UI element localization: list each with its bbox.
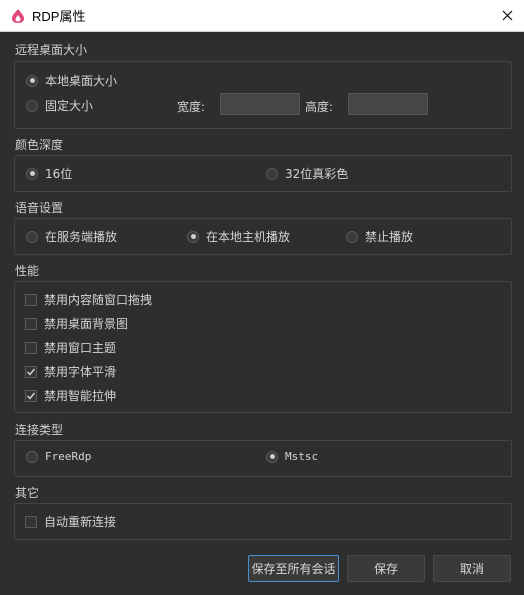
radio-indicator	[266, 167, 278, 180]
checkbox-label: 禁用字体平滑	[44, 365, 117, 379]
checkbox-disable-themes[interactable]: 禁用窗口主题	[25, 339, 116, 356]
connection-type-section-label: 连接类型	[15, 423, 64, 437]
radio-mstsc[interactable]: Mstsc	[266, 450, 318, 463]
color-depth-section-label: 颜色深度	[15, 138, 64, 152]
checkbox-box	[25, 293, 37, 306]
radio-play-on-local-host[interactable]: 在本地主机播放	[187, 228, 290, 245]
radio-label: 固定大小	[45, 99, 94, 113]
radio-label: FreeRdp	[45, 450, 92, 463]
close-button[interactable]	[490, 0, 524, 31]
checkmark-icon	[27, 392, 36, 400]
radio-local-desktop-size[interactable]: 本地桌面大小	[26, 72, 117, 89]
other-group: 自动重新连接	[14, 503, 512, 540]
checkbox-box	[25, 389, 37, 402]
radio-indicator	[187, 230, 199, 243]
radio-indicator	[26, 167, 38, 180]
title-bar: RDP属性	[0, 0, 524, 32]
radio-label: 禁止播放	[365, 230, 414, 244]
window-title: RDP属性	[32, 9, 86, 24]
cancel-button[interactable]: 取消	[433, 555, 511, 582]
radio-indicator	[26, 230, 38, 243]
checkbox-box	[25, 515, 37, 528]
checkbox-label: 禁用桌面背景图	[44, 317, 129, 331]
radio-label: Mstsc	[285, 450, 319, 463]
radio-fixed-size[interactable]: 固定大小	[26, 97, 93, 114]
connection-type-group: FreeRdp Mstsc	[14, 440, 512, 477]
app-logo-icon	[12, 8, 24, 23]
performance-group: 禁用内容随窗口拖拽 禁用桌面背景图 禁用窗口主题 禁用字体平滑 禁用智能拉伸	[14, 281, 512, 413]
checkbox-disable-wallpaper[interactable]: 禁用桌面背景图	[25, 315, 128, 332]
checkbox-disable-window-drag[interactable]: 禁用内容随窗口拖拽	[25, 291, 152, 308]
checkbox-box	[25, 317, 37, 330]
checkbox-disable-smart-stretch[interactable]: 禁用智能拉伸	[25, 387, 116, 404]
checkmark-icon	[27, 368, 36, 376]
audio-group: 在服务端播放 在本地主机播放 禁止播放	[14, 218, 512, 255]
width-label: 宽度:	[177, 100, 206, 114]
other-section-label: 其它	[15, 486, 40, 500]
radio-label: 在本地主机播放	[206, 230, 291, 244]
width-input[interactable]	[220, 93, 300, 115]
checkbox-label: 禁用内容随窗口拖拽	[44, 293, 153, 307]
checkbox-label: 禁用智能拉伸	[44, 389, 117, 403]
radio-label: 本地桌面大小	[45, 74, 118, 88]
height-label: 高度:	[305, 100, 334, 114]
checkbox-disable-font-smoothing[interactable]: 禁用字体平滑	[25, 363, 116, 380]
desktop-size-group: 本地桌面大小 固定大小 宽度: 高度:	[14, 61, 512, 129]
radio-play-on-server[interactable]: 在服务端播放	[26, 228, 117, 245]
desktop-size-section-label: 远程桌面大小	[15, 43, 88, 57]
audio-section-label: 语音设置	[15, 201, 64, 215]
close-icon	[502, 10, 512, 21]
save-to-all-sessions-button[interactable]: 保存至所有会话	[248, 555, 339, 582]
radio-label: 16位	[45, 167, 73, 181]
color-depth-group: 16位 32位真彩色	[14, 155, 512, 192]
radio-label: 32位真彩色	[285, 167, 349, 181]
radio-disable-playback[interactable]: 禁止播放	[346, 228, 413, 245]
radio-indicator	[26, 450, 38, 463]
checkbox-box	[25, 365, 37, 378]
height-input[interactable]	[348, 93, 428, 115]
radio-indicator	[26, 74, 38, 87]
radio-16bit[interactable]: 16位	[26, 165, 72, 182]
radio-32bit[interactable]: 32位真彩色	[266, 165, 348, 182]
radio-label: 在服务端播放	[45, 230, 118, 244]
performance-section-label: 性能	[15, 264, 40, 278]
checkbox-box	[25, 341, 37, 354]
checkbox-label: 禁用窗口主题	[44, 341, 117, 355]
radio-freerdp[interactable]: FreeRdp	[26, 450, 91, 463]
radio-indicator	[346, 230, 358, 243]
save-button[interactable]: 保存	[347, 555, 425, 582]
checkbox-auto-reconnect[interactable]: 自动重新连接	[25, 513, 116, 530]
radio-indicator	[266, 450, 278, 463]
checkbox-label: 自动重新连接	[44, 515, 117, 529]
radio-indicator	[26, 99, 38, 112]
